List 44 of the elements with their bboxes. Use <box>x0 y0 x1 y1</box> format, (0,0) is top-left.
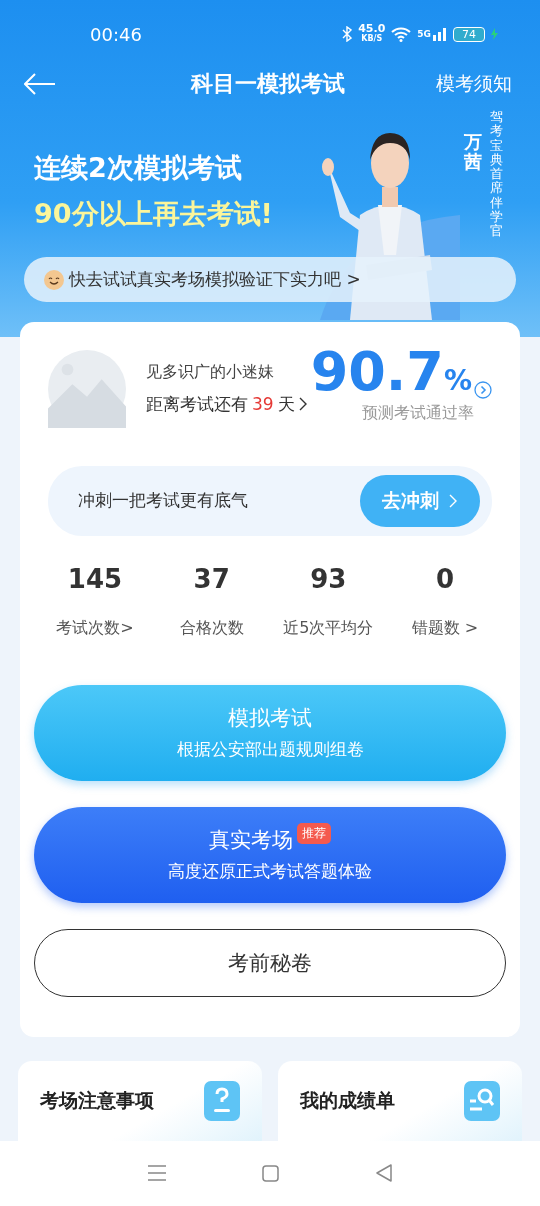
stat-label[interactable]: 错题数 > <box>411 617 479 639</box>
smiley-icon <box>44 269 64 290</box>
banner-headline: 连续2次模拟考试 <box>34 151 243 185</box>
shortcut-card[interactable]: 考场注意事项 <box>18 1060 262 1141</box>
banner-subheadline: 90分以上再去考试! <box>34 197 273 231</box>
chevron-circle-icon[interactable] <box>474 381 492 400</box>
charging-icon <box>491 28 498 40</box>
ambassador-name: 万茜 <box>464 132 482 172</box>
home-icon[interactable] <box>262 1164 280 1182</box>
exam-countdown[interactable]: 距离考试还有 39 天 <box>146 392 308 416</box>
stat-value: 0 <box>435 563 454 594</box>
pass-rate-value: 90.7% <box>310 345 472 400</box>
stat-label[interactable]: 考试次数> <box>56 617 134 639</box>
stat-value: 37 <box>193 563 230 594</box>
secret-paper-button[interactable]: 考前秘卷 <box>34 928 506 997</box>
sprint-text: 冲刺一把考试更有底气 <box>78 489 248 513</box>
stat-label[interactable]: 合格次数 <box>179 617 244 639</box>
wifi-icon <box>391 26 412 42</box>
battery-level: 74 <box>453 26 485 42</box>
chevron-right-icon <box>449 493 458 508</box>
shortcut-title: 考场注意事项 <box>40 1087 154 1113</box>
bluetooth-icon <box>342 26 353 42</box>
tip-text: 快去试试真实考场模拟验证下实力吧 > <box>69 268 361 291</box>
signal-icon <box>433 27 447 41</box>
stat-label[interactable]: 近5次平均分 <box>283 617 374 639</box>
stat-value: 145 <box>67 563 123 594</box>
stat-value: 93 <box>310 563 347 594</box>
tip-banner[interactable]: 快去试试真实考场模拟验证下实力吧 > <box>24 257 516 302</box>
real-exam-button[interactable]: 真实考场 推荐 高度还原正式考试答题体验 <box>34 806 506 903</box>
shortcut-card[interactable]: 我的成绩单 <box>278 1060 522 1141</box>
ambassador-title: 驾考宝典首席伴学官 <box>490 110 503 239</box>
user-nickname: 见多识广的小迷妹 <box>146 361 275 383</box>
back-arrow-icon[interactable] <box>24 73 56 95</box>
network-speed: 45.0 KB/S <box>358 24 386 44</box>
status-time: 00:46 <box>90 23 142 45</box>
pass-rate-label: 预测考试通过率 <box>362 403 474 425</box>
network-type: 5G <box>417 29 431 39</box>
shortcut-title: 我的成绩单 <box>300 1087 395 1113</box>
page-title: 科目一模拟考试 <box>191 70 345 98</box>
menu-icon[interactable] <box>148 1165 167 1182</box>
chevron-right-icon <box>298 397 308 412</box>
search-document-icon <box>464 1080 500 1121</box>
question-icon <box>204 1080 240 1121</box>
back-icon[interactable] <box>375 1164 392 1183</box>
